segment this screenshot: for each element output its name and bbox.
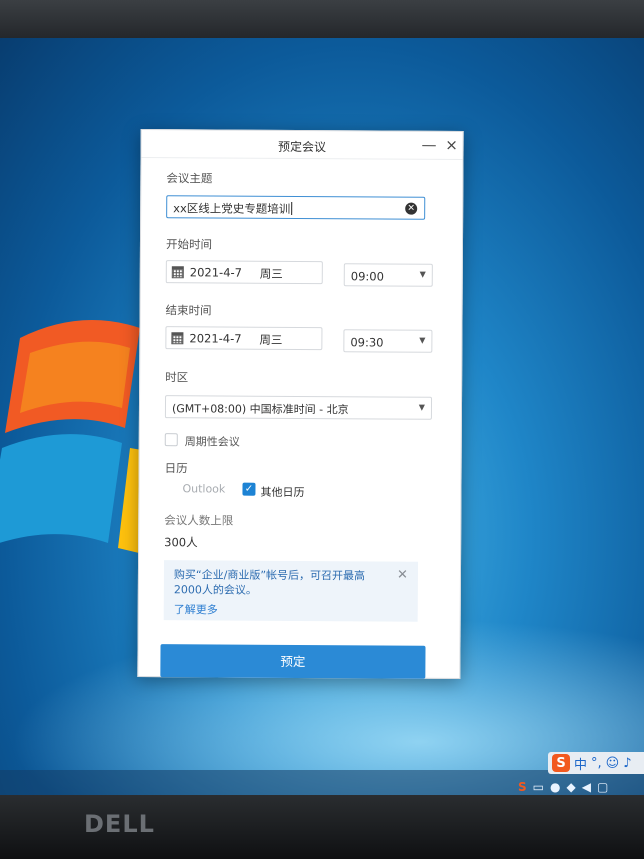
network-icon[interactable]: ▭ [533, 780, 544, 794]
end-time-value: 09:30 [350, 335, 384, 350]
other-calendar-label[interactable]: 其他日历 [260, 484, 304, 500]
upgrade-notice: 购买“企业/商业版”帐号后，可召开最高2000人的会议。 了解更多 ✕ [163, 560, 419, 622]
other-calendar-checkbox[interactable]: ✓ [242, 482, 256, 496]
chevron-down-icon: ▼ [419, 335, 426, 345]
subject-input[interactable]: xx区线上党史专题培训 ✕ [166, 195, 426, 220]
close-icon[interactable]: ✕ [397, 568, 408, 583]
subject-label: 会议主题 [166, 171, 213, 186]
end-time-select[interactable]: 09:30 ▼ [343, 329, 433, 353]
start-time-value: 09:00 [350, 269, 384, 284]
chevron-down-icon: ▼ [419, 269, 426, 279]
calendar-label: 日历 [164, 461, 188, 476]
start-date-picker[interactable]: 2021-4-7 周三 [165, 260, 323, 285]
close-button[interactable]: × [445, 136, 459, 154]
timezone-select[interactable]: (GMT+08:00) 中国标准时间 - 北京 ▼ [164, 395, 433, 420]
end-date-picker[interactable]: 2021-4-7 周三 [165, 326, 323, 351]
microphone-icon[interactable]: ♪ [623, 756, 631, 771]
recurring-label[interactable]: 周期性会议 [185, 433, 240, 449]
shield-icon[interactable]: ◆ [566, 780, 575, 794]
upgrade-notice-message: 购买“企业/商业版”帐号后，可召开最高2000人的会议。 [173, 568, 366, 597]
dialog-title: 预定会议 [278, 139, 327, 155]
timezone-value: (GMT+08:00) 中国标准时间 - 北京 [171, 402, 349, 417]
monitor-bezel-top [0, 0, 644, 40]
timezone-label: 时区 [165, 370, 189, 385]
book-button[interactable]: 预定 [160, 644, 426, 679]
calendar-icon [171, 266, 184, 279]
start-date-value: 2021-4-7 [189, 265, 243, 280]
sogou-icon[interactable]: S [552, 754, 570, 772]
ime-toolbar[interactable]: S 中 °, ☺ ♪ [548, 752, 644, 774]
limit-label: 会议人数上限 [164, 513, 234, 528]
ime-mode[interactable]: 中 [574, 754, 587, 773]
learn-more-link[interactable]: 了解更多 [174, 601, 218, 617]
book-meeting-dialog: 预定会议 — × 会议主题 xx区线上党史专题培训 ✕ 开始时间 2021-4-… [137, 129, 464, 679]
limit-value: 300人 [164, 535, 198, 550]
emoji-icon[interactable]: ☺ [606, 756, 620, 771]
windows-logo [0, 320, 160, 558]
dialog-titlebar[interactable]: 预定会议 — × [141, 130, 463, 160]
end-weekday-value: 周三 [259, 332, 283, 347]
start-time-label: 开始时间 [165, 237, 213, 252]
clear-icon[interactable]: ✕ [405, 202, 418, 215]
end-date-value: 2021-4-7 [189, 331, 242, 346]
minimize-button[interactable]: — [422, 136, 437, 154]
start-time-select[interactable]: 09:00 ▼ [343, 263, 433, 287]
subject-value: xx区线上党史专题培训 [173, 201, 293, 216]
volume-icon[interactable]: ◀ [582, 780, 591, 794]
sogou-icon[interactable]: S [518, 780, 527, 794]
start-weekday-value: 周三 [259, 266, 283, 281]
calendar-icon [171, 332, 184, 345]
punctuation-icon[interactable]: °, [591, 756, 602, 771]
recurring-checkbox[interactable] [164, 433, 178, 447]
monitor-brand-logo: DELL [84, 810, 155, 838]
action-center-icon[interactable]: ▢ [597, 780, 608, 794]
end-time-label: 结束时间 [165, 303, 212, 318]
chevron-down-icon: ▼ [418, 402, 426, 412]
outlook-option: Outlook [182, 482, 226, 496]
wechat-icon[interactable]: ● [550, 780, 560, 794]
